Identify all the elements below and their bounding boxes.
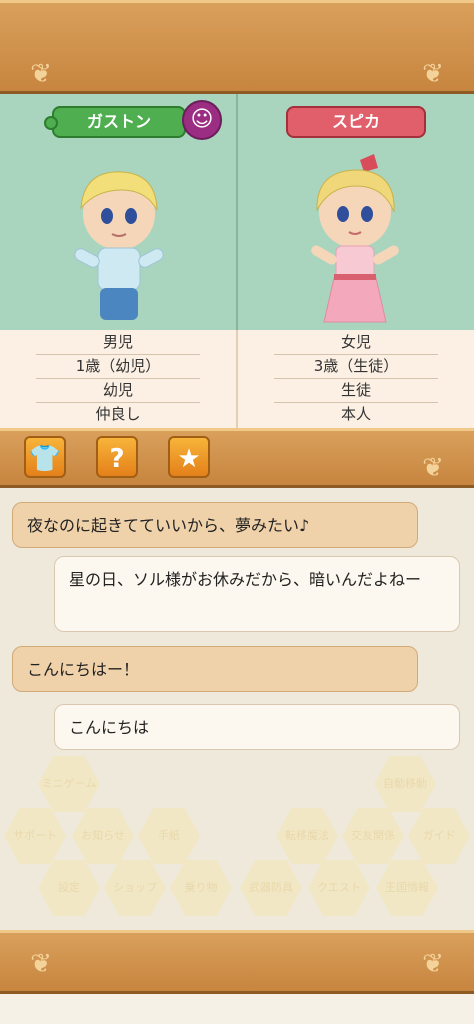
menu-hex: 武器防具 — [240, 860, 302, 916]
chat-message: 夜なのに起きてていいから、夢みたい♪ — [12, 502, 418, 548]
boy-avatar[interactable] — [54, 154, 184, 324]
menu-hex: ショップ — [104, 860, 166, 916]
menu-hex: 王国情報 — [376, 860, 438, 916]
question-icon: ? — [109, 444, 125, 474]
menu-hex: サポート — [4, 808, 66, 864]
character-panel-right[interactable]: スピカ — [238, 94, 474, 330]
info-stage-right: 生徒 — [274, 378, 438, 403]
girl-avatar[interactable] — [290, 154, 420, 324]
info-gender-left: 男児 — [36, 330, 200, 355]
ornament-right-icon: ❦ — [422, 59, 444, 89]
star-icon: ★ — [177, 444, 201, 474]
character-panel-left[interactable]: ガストン ☺ — [0, 94, 238, 330]
chat-message: 星の日、ソル様がお休みだから、暗いんだよねー — [54, 556, 460, 632]
info-column-right: 女児 3歳（生徒） 生徒 本人 — [238, 330, 474, 428]
ornament-left-icon: ❦ — [30, 949, 52, 979]
menu-hex: お知らせ — [72, 808, 134, 864]
name-tag-left: ガストン — [44, 106, 186, 138]
character-name-left: ガストン — [86, 112, 151, 131]
name-tag-right: スピカ — [286, 106, 426, 138]
ornament-right-icon: ❦ — [422, 453, 444, 483]
character-name-right: スピカ — [331, 112, 380, 131]
ornament-right-icon: ❦ — [422, 949, 444, 979]
menu-hex: 転移魔法 — [276, 808, 338, 864]
menu-hex: 乗り物 — [170, 860, 232, 916]
chat-message: こんにちはー！ — [12, 646, 418, 692]
info-age-left: 1歳（幼児） — [36, 354, 200, 379]
menu-hex: 手紙 — [138, 808, 200, 864]
chat-area[interactable]: ミニゲーム サポート お知らせ 手紙 自動移動 転移魔法 交友関係 ガイド 設定… — [0, 488, 474, 930]
character-info-table: 男児 1歳（幼児） 幼児 仲良し 女児 3歳（生徒） 生徒 本人 — [0, 330, 474, 428]
info-age-right: 3歳（生徒） — [274, 354, 438, 379]
menu-hex: ガイド — [408, 808, 470, 864]
clothing-button[interactable]: 👕 — [24, 436, 66, 478]
menu-hex: 交友関係 — [342, 808, 404, 864]
info-relation-right: 本人 — [340, 405, 371, 423]
menu-hex: ミニゲーム — [38, 756, 100, 812]
favorite-button[interactable]: ★ — [168, 436, 210, 478]
clothing-icon: 👕 — [28, 444, 62, 474]
smile-icon[interactable]: ☺ — [182, 100, 222, 140]
action-bar: ❦ ❦ — [0, 428, 474, 488]
question-button[interactable]: ? — [96, 436, 138, 478]
ornament-left-icon: ❦ — [30, 59, 52, 89]
info-stage-left: 幼児 — [36, 378, 200, 403]
info-column-left: 男児 1歳（幼児） 幼児 仲良し — [0, 330, 238, 428]
menu-hex: 設定 — [38, 860, 100, 916]
info-relation-left: 仲良し — [95, 405, 141, 423]
menu-hex: 自動移動 — [374, 756, 436, 812]
menu-hex: クエスト — [308, 860, 370, 916]
top-frame: ❦ ❦ — [0, 0, 474, 94]
tag-dot-icon — [44, 116, 58, 130]
info-gender-right: 女児 — [274, 330, 438, 355]
chat-message: こんにちは — [54, 704, 460, 750]
bottom-frame: ❦ ❦ — [0, 930, 474, 994]
